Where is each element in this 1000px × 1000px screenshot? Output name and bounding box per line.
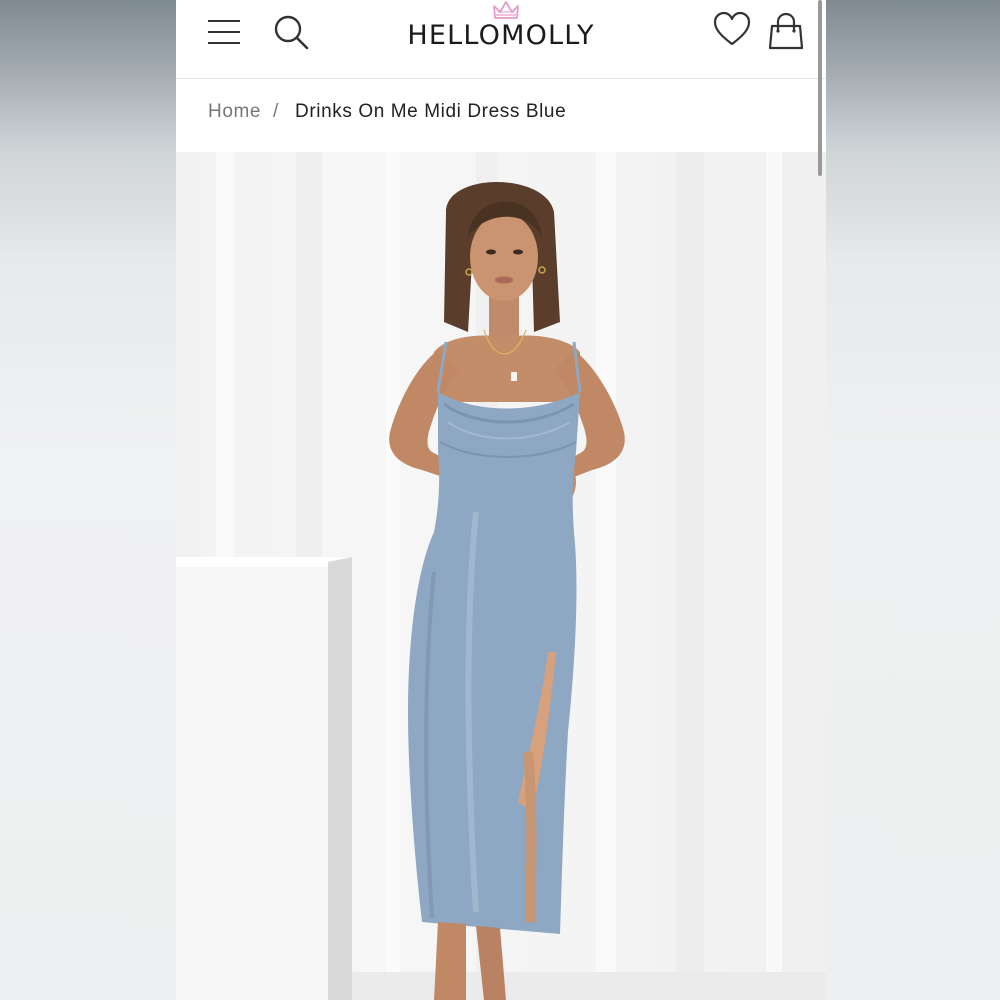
breadcrumb-separator: / bbox=[273, 101, 279, 122]
search-icon[interactable] bbox=[272, 12, 312, 52]
breadcrumb: Home / Drinks On Me Midi Dress Blue bbox=[176, 79, 826, 152]
shopping-bag-icon[interactable] bbox=[766, 10, 806, 52]
product-image[interactable] bbox=[176, 152, 826, 1000]
blurred-backdrop-left bbox=[0, 0, 176, 1000]
scrollbar[interactable] bbox=[818, 0, 822, 176]
heart-icon[interactable] bbox=[712, 10, 752, 50]
breadcrumb-home-link[interactable]: Home bbox=[208, 101, 261, 123]
hamburger-menu-icon[interactable] bbox=[208, 18, 242, 48]
brand-name: HELLOMOLLY bbox=[407, 20, 595, 51]
crown-icon bbox=[493, 1, 519, 19]
site-header: HELLOMOLLY bbox=[176, 0, 826, 79]
breadcrumb-current-page: Drinks On Me Midi Dress Blue bbox=[295, 101, 567, 122]
white-plinth bbox=[176, 557, 352, 1000]
phone-screen: HELLOMOLLY Home / Drinks On Me Midi Dres… bbox=[176, 0, 826, 1000]
brand-logo[interactable]: HELLOMOLLY bbox=[396, 0, 606, 60]
blurred-backdrop-right bbox=[826, 0, 1000, 1000]
